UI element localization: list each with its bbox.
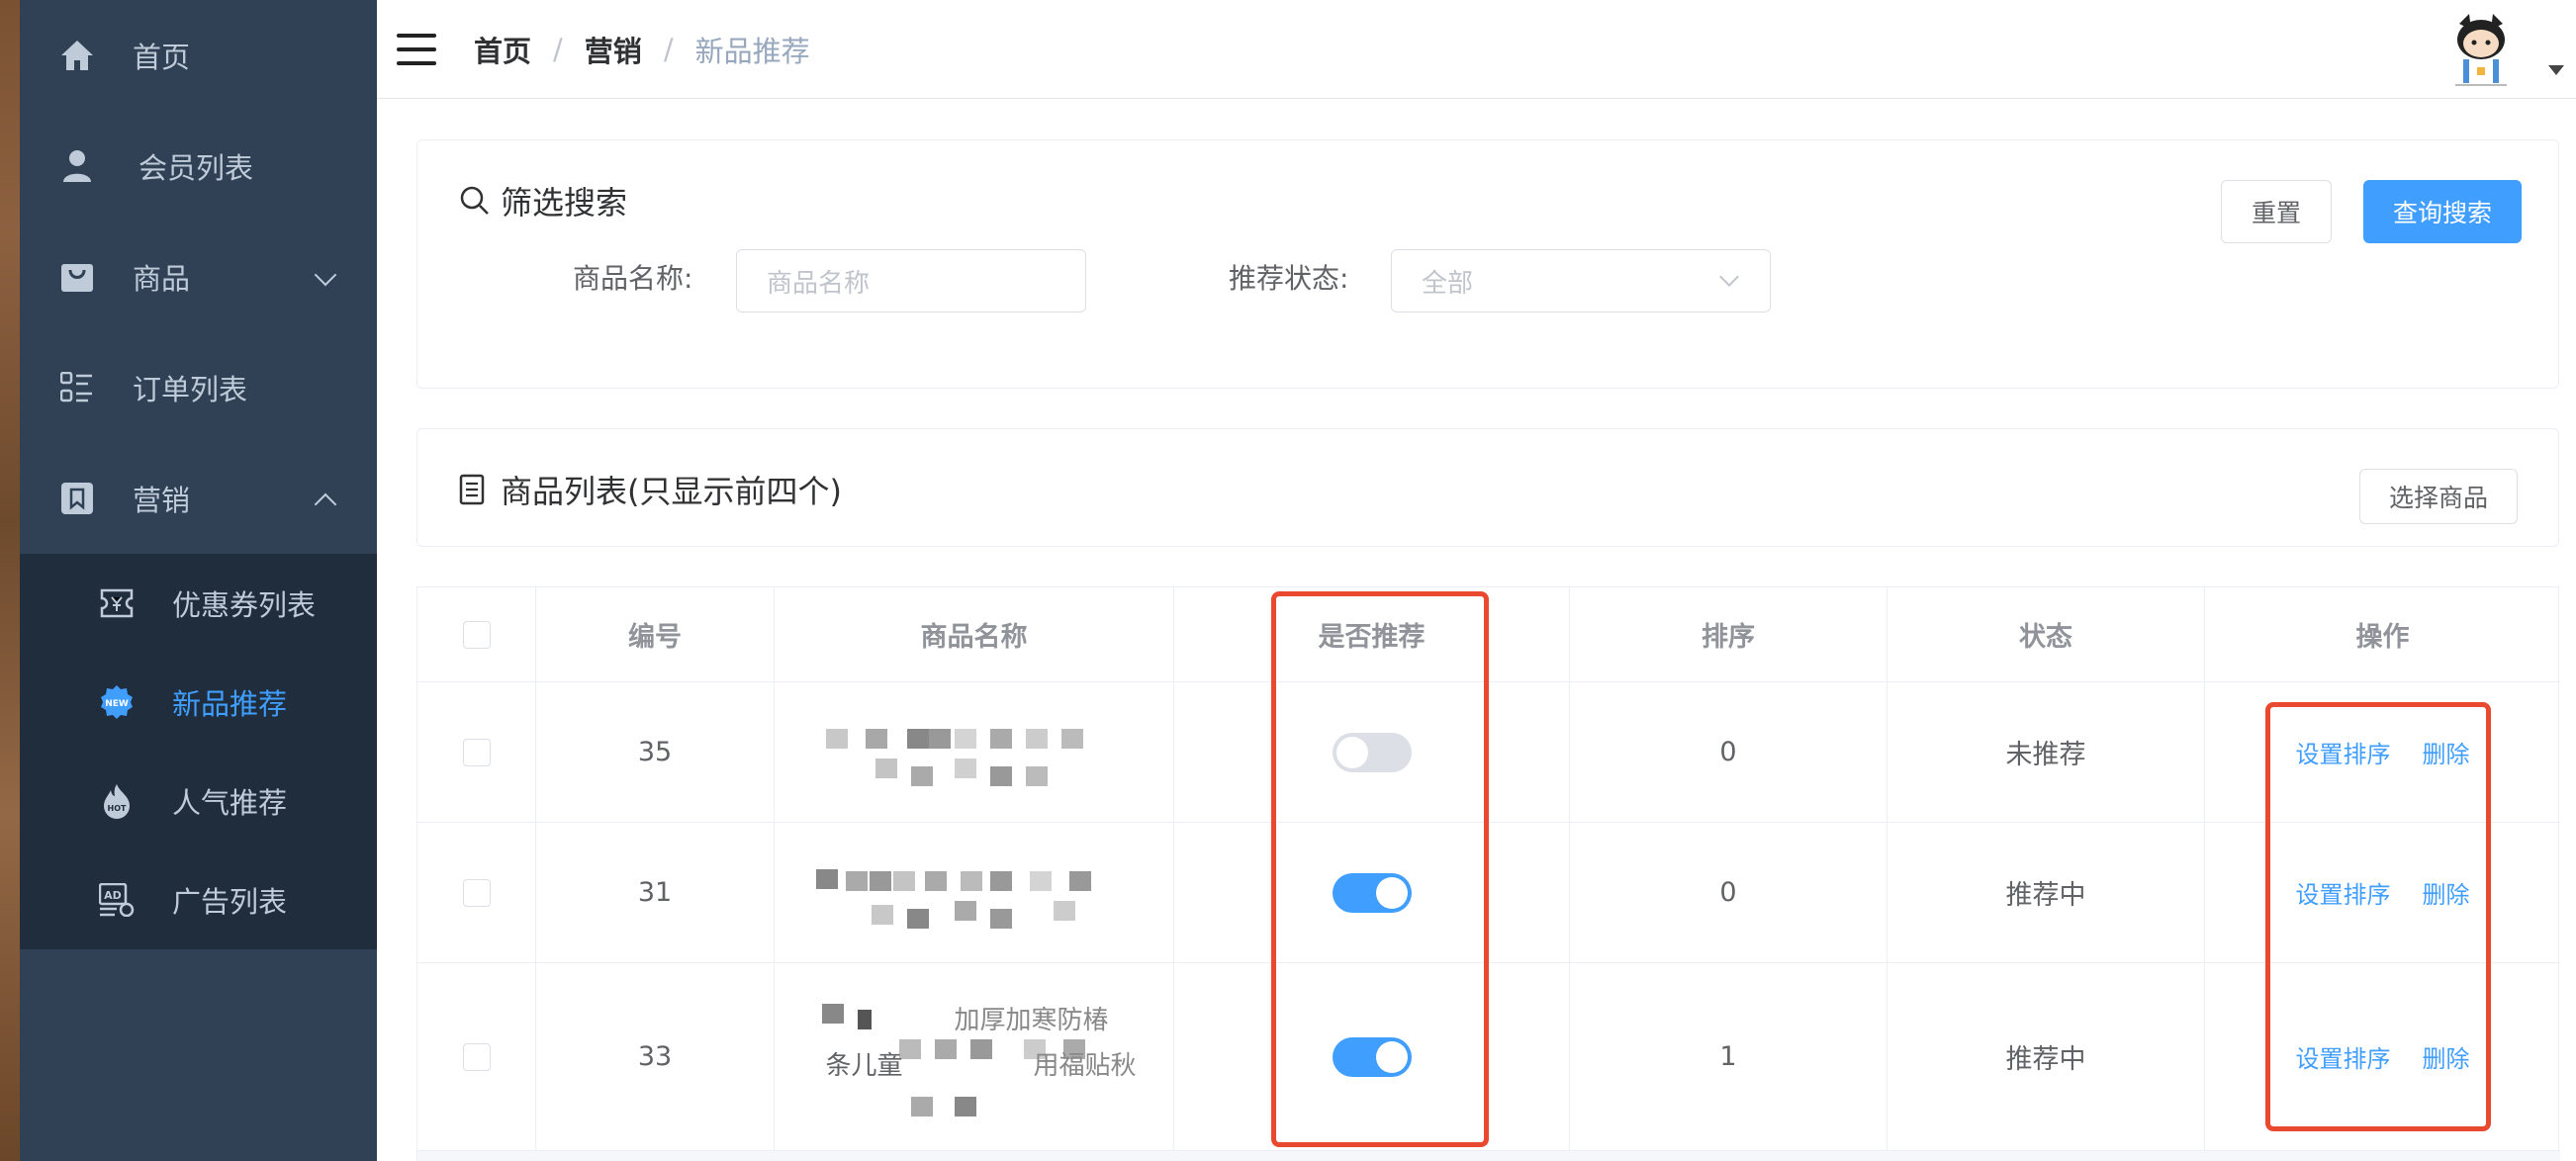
avatar[interactable] (2441, 10, 2521, 89)
sidebar-item-label: 营销 (133, 484, 191, 517)
column-header-id: 编号 (536, 587, 775, 681)
hot-fire-icon: HOT (97, 781, 137, 821)
caret-down-icon[interactable] (2548, 65, 2564, 75)
table-row: 33 加厚加寒防椿 条儿童 用福贴秋 1 推荐中 设置排序 删除 (417, 963, 2560, 1151)
row-status: 推荐中 (1887, 823, 2205, 962)
breadcrumb-marketing[interactable]: 营销 (585, 29, 642, 70)
home-icon (57, 36, 97, 75)
sidebar-item-popular[interactable]: HOT 人气推荐 (20, 752, 377, 850)
pixelated-product-name (796, 844, 1152, 942)
breadcrumb-separator: / (553, 33, 563, 66)
product-name-fragment: 条儿童 (825, 1050, 903, 1081)
table-header: 编号 商品名称 是否推荐 排序 状态 操作 (417, 587, 2560, 682)
pixelated-product-name (796, 703, 1152, 802)
left-edge-texture (0, 0, 20, 1161)
svg-text:NEW: NEW (105, 699, 129, 709)
sidebar-item-ads[interactable]: AD 广告列表 (20, 850, 377, 949)
row-id: 33 (536, 963, 775, 1150)
table-row: 35 0 未推荐 设置排序 删除 (417, 682, 2560, 823)
table-row: 31 0 推荐中 设置排序 删除 (417, 823, 2560, 963)
row-status: 未推荐 (1887, 682, 2205, 822)
ad-icon: AD (97, 880, 137, 920)
svg-text:AD: AD (104, 889, 122, 902)
sidebar-item-new-products[interactable]: NEW 新品推荐 (20, 653, 377, 752)
column-header-sort: 排序 (1570, 587, 1887, 681)
marketing-submenu: 优惠券列表 NEW 新品推荐 HOT 人气推荐 AD 广告列表 (20, 554, 377, 949)
row-id: 31 (536, 823, 775, 962)
row-sort: 0 (1570, 823, 1887, 962)
svg-text:HOT: HOT (108, 804, 127, 813)
column-header-status: 状态 (1887, 587, 2205, 681)
row-product-name: 加厚加寒防椿 条儿童 用福贴秋 (775, 963, 1174, 1150)
row-product-name (775, 682, 1174, 822)
table-next-row-edge (417, 1151, 2560, 1161)
sidebar-item-orders[interactable]: 订单列表 (20, 332, 377, 443)
row-sort: 1 (1570, 963, 1887, 1150)
document-icon (459, 472, 495, 507)
sidebar-item-label: 新品推荐 (172, 687, 288, 721)
select-all-checkbox[interactable] (462, 620, 491, 649)
breadcrumb-home[interactable]: 首页 (474, 29, 531, 70)
select-all-cell (417, 587, 536, 681)
sidebar-item-members[interactable]: 会员列表 (20, 111, 377, 222)
highlight-box-actions-column (2265, 702, 2491, 1131)
column-header-actions: 操作 (2355, 622, 2410, 653)
product-name-input[interactable]: 商品名称 (736, 249, 1086, 313)
breadcrumb-separator: / (663, 33, 674, 66)
sidebar-item-home[interactable]: 首页 (20, 0, 377, 111)
chevron-down-icon (1719, 267, 1739, 287)
highlight-box-recommend-column (1271, 591, 1489, 1147)
shopping-bag-icon (57, 257, 97, 297)
pixelated-product-name: 加厚加寒防椿 条儿童 用福贴秋 (796, 978, 1152, 1136)
row-sort: 0 (1570, 682, 1887, 822)
breadcrumb: 首页 / 营销 / 新品推荐 (474, 28, 810, 71)
chevron-up-icon (314, 492, 337, 516)
search-icon (459, 183, 495, 219)
sidebar-item-label: 人气推荐 (172, 786, 288, 820)
filter-title: 筛选搜索 (459, 178, 627, 223)
sidebar-item-label: 首页 (133, 41, 191, 74)
breadcrumb-current: 新品推荐 (694, 35, 810, 68)
column-header-name: 商品名称 (775, 587, 1174, 681)
new-badge-icon: NEW (97, 682, 137, 722)
list-icon (57, 368, 97, 407)
row-id: 35 (536, 682, 775, 822)
product-name-fragment: 加厚加寒防椿 (954, 1005, 1109, 1035)
sidebar-item-label: 广告列表 (172, 885, 288, 919)
product-name-label: 商品名称: (573, 262, 693, 295)
product-list-title: 商品列表(只显示前四个) (459, 467, 842, 512)
sidebar: 首页 会员列表 商品 订单列表 营销 优惠券列表 NEW 新品推荐 HOT 人气… (20, 0, 377, 1161)
ticket-icon (97, 583, 137, 623)
top-navbar: 首页 / 营销 / 新品推荐 (377, 0, 2576, 99)
user-icon (57, 146, 97, 186)
select-products-button[interactable]: 选择商品 (2359, 469, 2518, 524)
sidebar-item-coupons[interactable]: 优惠券列表 (20, 554, 377, 653)
sidebar-item-label: 会员列表 (138, 151, 254, 185)
bookmark-icon (57, 479, 97, 518)
product-list-title-text: 商品列表(只显示前四个) (501, 473, 842, 510)
recommend-status-select[interactable]: 全部 (1391, 249, 1771, 313)
sidebar-item-label: 订单列表 (133, 373, 248, 406)
filter-card: 筛选搜索 商品名称: 商品名称 推荐状态: 全部 重置 查询搜索 (416, 139, 2559, 389)
sidebar-item-label: 商品 (133, 262, 191, 296)
chevron-down-icon (314, 263, 337, 287)
row-checkbox[interactable] (462, 878, 491, 907)
recommend-status-label: 推荐状态: (1229, 262, 1349, 295)
recommend-status-value: 全部 (1422, 268, 1474, 299)
product-list-card: 商品列表(只显示前四个) 选择商品 (416, 428, 2559, 547)
search-button[interactable]: 查询搜索 (2363, 180, 2522, 243)
sidebar-item-products[interactable]: 商品 (20, 222, 377, 332)
row-checkbox[interactable] (462, 1042, 491, 1071)
sidebar-item-marketing[interactable]: 营销 (20, 443, 377, 554)
row-product-name (775, 823, 1174, 962)
sidebar-item-label: 优惠券列表 (172, 588, 317, 622)
filter-title-text: 筛选搜索 (501, 184, 628, 222)
product-name-fragment: 用福贴秋 (1033, 1050, 1137, 1081)
reset-button[interactable]: 重置 (2221, 180, 2332, 243)
row-checkbox[interactable] (462, 738, 491, 766)
row-status: 推荐中 (1887, 963, 2205, 1150)
hamburger-menu-icon[interactable] (397, 34, 436, 65)
